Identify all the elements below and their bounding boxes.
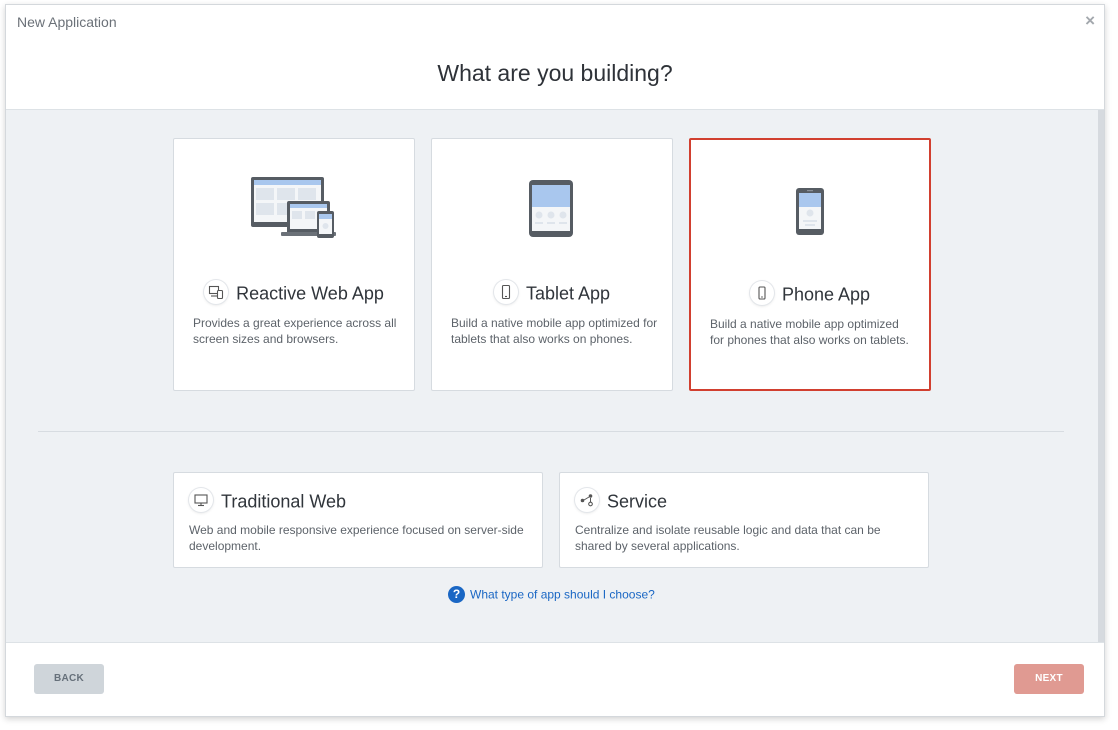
dialog-header: New Application × What are you building? [6, 5, 1104, 110]
card-title-row: Traditional Web [189, 488, 557, 514]
back-button[interactable]: BACK [34, 664, 104, 694]
reactive-web-illustration [174, 139, 414, 249]
phone-icon [749, 281, 774, 305]
card-title-row: Phone App [691, 281, 929, 307]
close-icon[interactable]: × [1085, 12, 1095, 30]
card-title: Traditional Web [221, 491, 347, 512]
card-description: Provides a great experience across all s… [193, 316, 397, 346]
content-scrollbar[interactable] [1098, 110, 1104, 642]
tablet-illustration [432, 139, 672, 249]
service-icon [575, 488, 599, 512]
dialog-title: New Application [17, 14, 117, 30]
card-title-row: Reactive Web App [174, 280, 414, 306]
app-type-help-link[interactable]: ? What type of app should I choose? [448, 586, 655, 603]
card-title-row: Tablet App [432, 280, 672, 306]
help-icon: ? [448, 586, 465, 603]
card-description: Centralize and isolate reusable logic an… [575, 523, 881, 553]
card-description: Build a native mobile app optimized for … [451, 316, 658, 346]
page-heading: What are you building? [437, 60, 673, 86]
card-service[interactable]: Service Centralize and isolate reusable … [559, 472, 929, 568]
new-application-dialog: New Application × What are you building? [5, 4, 1105, 717]
card-title-row: Service [575, 488, 943, 514]
card-description: Build a native mobile app optimized for … [710, 317, 909, 347]
devices-icon [204, 280, 229, 304]
card-phone-app[interactable]: Phone App Build a native mobile app opti… [689, 138, 931, 391]
card-title: Reactive Web App [236, 283, 384, 304]
phone-illustration [691, 140, 929, 250]
help-link-text: What type of app should I choose? [470, 587, 655, 602]
card-tablet-app[interactable]: Tablet App Build a native mobile app opt… [431, 138, 673, 391]
next-button[interactable]: NEXT [1014, 664, 1084, 694]
card-title: Service [607, 491, 668, 512]
card-reactive-web-app[interactable]: Reactive Web App Provides a great experi… [173, 138, 415, 391]
card-traditional-web[interactable]: Traditional Web Web and mobile responsiv… [173, 472, 543, 568]
tablet-icon [493, 280, 518, 304]
card-title: Tablet App [525, 283, 611, 304]
section-divider [38, 431, 1064, 432]
card-description: Web and mobile responsive experience foc… [189, 523, 524, 553]
monitor-icon [189, 488, 213, 512]
app-type-content: Reactive Web App Provides a great experi… [6, 110, 1104, 642]
dialog-footer: BACK NEXT [6, 642, 1104, 716]
card-title: Phone App [781, 284, 871, 305]
